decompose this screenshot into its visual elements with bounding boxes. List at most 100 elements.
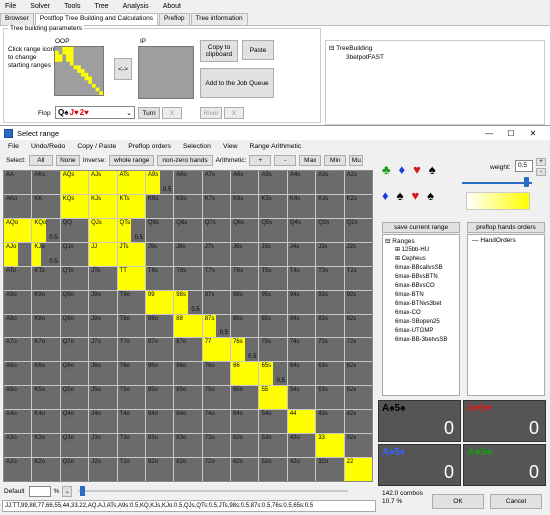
hand-cell-kk[interactable]: KK xyxy=(32,194,60,218)
hand-cell-j2o[interactable]: J2o xyxy=(89,458,117,481)
hand-cell-a2o[interactable]: A2o xyxy=(4,458,32,481)
hand-cell-a8s[interactable]: A8s xyxy=(174,171,202,194)
hand-cell-k3s[interactable]: K3s xyxy=(316,194,344,218)
hand-cell-62s[interactable]: 62s xyxy=(344,362,372,386)
cancel-button[interactable]: Cancel xyxy=(490,494,542,509)
hand-cell-86o[interactable]: 86o xyxy=(174,362,202,386)
tab-tree-information[interactable]: Tree information xyxy=(190,13,248,25)
menu-about[interactable]: About xyxy=(163,3,181,10)
hand-orders-item[interactable]: — HandOrders xyxy=(472,237,516,244)
tree-root-item[interactable]: ⊟ TreeBuilding xyxy=(329,44,372,52)
hand-cell-q7o[interactable]: Q7o xyxy=(60,338,89,362)
hand-cell-94o[interactable]: 94o xyxy=(145,410,174,434)
minimize-icon[interactable]: — xyxy=(478,129,500,138)
hand-cell-k2o[interactable]: K2o xyxy=(32,458,60,481)
inverse-nonzero-button[interactable]: non-zero hands xyxy=(157,154,213,166)
hand-cell-kqs[interactable]: KQs xyxy=(60,194,89,218)
hand-cell-t2s[interactable]: T2s xyxy=(344,266,372,290)
hand-cell-85o[interactable]: 85o xyxy=(174,386,202,410)
hand-cell-73o[interactable]: 73o xyxy=(202,434,231,458)
menu-file[interactable]: File xyxy=(5,3,16,10)
hand-cell-kqo[interactable]: KQo 0.5 xyxy=(32,218,60,242)
swap-ranges-button[interactable]: <-> xyxy=(114,58,132,80)
hand-cell-k4s[interactable]: K4s xyxy=(287,194,316,218)
hand-cell-kts[interactable]: KTs xyxy=(117,194,145,218)
hand-cell-73s[interactable]: 73s xyxy=(316,338,344,362)
hand-cell-t2o[interactable]: T2o xyxy=(117,458,145,481)
hand-cell-j3s[interactable]: J3s xyxy=(316,242,344,266)
hand-cell-t6s[interactable]: T6s xyxy=(231,266,259,290)
hand-cell-97o[interactable]: 97o xyxy=(145,338,174,362)
hand-cell-q9s[interactable]: Q9s xyxy=(145,218,174,242)
ip-range-icon[interactable] xyxy=(138,46,194,99)
hand-cell-63o[interactable]: 63o xyxy=(231,434,259,458)
hearts-icon[interactable]: ♥ xyxy=(411,188,419,203)
turn-clear-button[interactable]: X xyxy=(162,107,182,119)
menu-analysis[interactable]: Analysis xyxy=(123,3,149,10)
range-item[interactable]: 6max-BTN xyxy=(395,291,447,300)
hand-cell-q7s[interactable]: Q7s xyxy=(202,218,231,242)
hand-cell-q8o[interactable]: Q8o xyxy=(60,314,89,338)
hand-cell-k5s[interactable]: K5s xyxy=(259,194,287,218)
hand-cell-52s[interactable]: 52s xyxy=(344,386,372,410)
hand-cell-55[interactable]: 55 xyxy=(259,386,287,410)
hand-cell-ajs[interactable]: AJs xyxy=(89,171,117,194)
hand-cell-77[interactable]: 77 xyxy=(202,338,231,362)
hand-cell-87o[interactable]: 87o xyxy=(174,338,202,362)
hand-cell-83o[interactable]: 83o xyxy=(174,434,202,458)
menu-tree[interactable]: Tree xyxy=(94,3,108,10)
hand-cell-83s[interactable]: 83s xyxy=(316,314,344,338)
river-button[interactable]: River xyxy=(200,107,222,119)
hand-cell-t3s[interactable]: T3s xyxy=(316,266,344,290)
hand-cell-42s[interactable]: 42s xyxy=(344,410,372,434)
hand-cell-k7o[interactable]: K7o xyxy=(32,338,60,362)
weight-slider-thumb[interactable] xyxy=(524,177,529,187)
hand-cell-t9o[interactable]: T9o xyxy=(117,290,145,314)
dialog-menu-file[interactable]: File xyxy=(8,143,19,150)
hand-cell-93o[interactable]: 93o xyxy=(145,434,174,458)
hand-cell-75o[interactable]: 75o xyxy=(202,386,231,410)
hand-cell-k3o[interactable]: K3o xyxy=(32,434,60,458)
hand-cell-q6o[interactable]: Q6o xyxy=(60,362,89,386)
hand-cell-72s[interactable]: 72s xyxy=(344,338,372,362)
hand-cell-j7o[interactable]: J7o xyxy=(89,338,117,362)
hand-cell-64o[interactable]: 64o xyxy=(231,410,259,434)
hand-cell-t7s[interactable]: T7s xyxy=(202,266,231,290)
hand-cell-84o[interactable]: 84o xyxy=(174,410,202,434)
tab-postflop-tree-building-and-calculations[interactable]: Postflop Tree Building and Calculations xyxy=(34,13,158,25)
hand-cell-32s[interactable]: 32s xyxy=(344,434,372,458)
dialog-menu-range-arithmetic[interactable]: Range Arithmetic xyxy=(250,143,302,150)
hand-cell-t3o[interactable]: T3o xyxy=(117,434,145,458)
hand-cell-t5o[interactable]: T5o xyxy=(117,386,145,410)
paste-button[interactable]: Paste xyxy=(242,40,274,60)
diamonds-icon[interactable]: ♦ xyxy=(382,188,389,203)
weight-down-button[interactable]: - xyxy=(536,168,546,176)
hand-cell-a9s[interactable]: A9s 0.5 xyxy=(145,171,174,194)
hand-cell-t8o[interactable]: T8o xyxy=(117,314,145,338)
spades-icon[interactable]: ♠ xyxy=(397,188,404,203)
hand-cell-q3s[interactable]: Q3s xyxy=(316,218,344,242)
hand-cell-93s[interactable]: 93s xyxy=(316,290,344,314)
hand-cell-87s[interactable]: 87s 0.5 xyxy=(202,314,231,338)
card-combo-box[interactable]: A♠5♠ 0 xyxy=(378,400,461,442)
hand-cell-k6o[interactable]: K6o xyxy=(32,362,60,386)
hand-cell-t8s[interactable]: T8s xyxy=(174,266,202,290)
hand-cell-j5o[interactable]: J5o xyxy=(89,386,117,410)
hand-cell-qto[interactable]: QTo xyxy=(60,266,89,290)
hand-cell-53s[interactable]: 53s xyxy=(316,386,344,410)
hand-cell-q9o[interactable]: Q9o xyxy=(60,290,89,314)
range-item[interactable]: 6max-CO xyxy=(395,309,447,318)
close-icon[interactable]: ✕ xyxy=(522,129,544,138)
dialog-menu-selection[interactable]: Selection xyxy=(183,143,211,150)
hand-cell-t5s[interactable]: T5s xyxy=(259,266,287,290)
hand-cell-92s[interactable]: 92s xyxy=(344,290,372,314)
hand-cell-k7s[interactable]: K7s xyxy=(202,194,231,218)
turn-button[interactable]: Turn xyxy=(138,107,160,119)
hand-cell-62o[interactable]: 62o xyxy=(231,458,259,481)
hand-cell-a3s[interactable]: A3s xyxy=(316,171,344,194)
hand-cell-q2o[interactable]: Q2o xyxy=(60,458,89,481)
hand-cell-99[interactable]: 99 xyxy=(145,290,174,314)
hand-cell-84s[interactable]: 84s xyxy=(287,314,316,338)
hand-cell-32o[interactable]: 32o xyxy=(316,458,344,481)
hand-cell-97s[interactable]: 97s xyxy=(202,290,231,314)
